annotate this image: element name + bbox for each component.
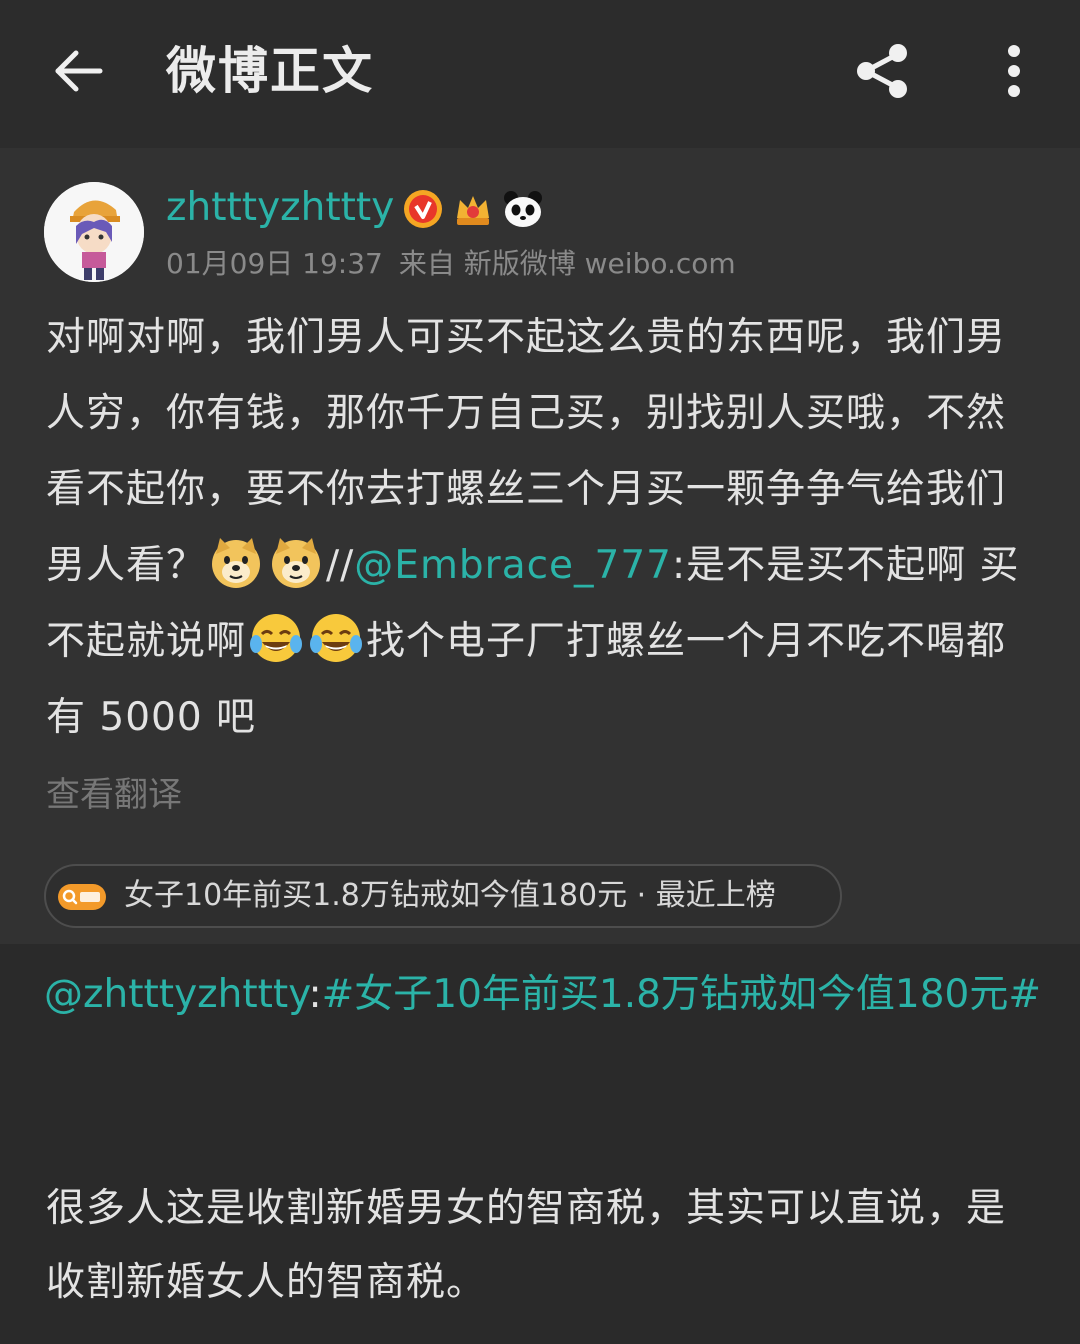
hot-search-icon [58,884,106,910]
laugh-cry-emoji-icon [310,614,363,662]
avatar-illustration [44,182,144,282]
repost-header: @zhtttyzhttty:#女子10年前买1.8万钻戒如今值180元# [44,960,1044,1030]
doge-emoji-icon [212,538,261,588]
post-source: 来自 新版微博 weibo.com [398,247,736,280]
panda-icon [504,191,542,227]
trending-topic-chip[interactable]: 女子10年前买1.8万钻戒如今值180元 · 最近上榜 [44,864,842,928]
translate-link[interactable]: 查看翻译 [46,770,182,820]
username[interactable]: zhtttyzhttty [166,178,394,238]
mention-link[interactable]: @Embrace_777 [354,543,672,588]
repost-user-mention[interactable]: @zhtttyzhttty [44,972,308,1017]
arrow-left-icon [55,50,103,92]
more-button[interactable] [990,38,1038,104]
post-meta: 01月09日 19:37 来自 新版微博 weibo.com [166,244,752,284]
verified-icon [404,190,442,228]
original-post-card[interactable]: zhtttyzhttty 01月09日 19:37 来自 新版微博 weibo.c… [0,148,1080,944]
avatar[interactable] [44,182,144,282]
share-button[interactable] [850,38,916,104]
doge-emoji-icon [272,538,321,588]
post-date: 01月09日 19:37 [166,247,383,280]
repost-separator: // [326,543,355,588]
crown-icon [457,196,489,225]
page-title: 微博正文 [166,42,374,100]
back-button[interactable] [44,36,114,106]
laugh-cry-emoji-icon [250,614,303,662]
share-icon [857,44,907,98]
trending-topic-text: 女子10年前买1.8万钻戒如今值180元 · 最近上榜 [124,878,776,913]
top-bar: 微博正文 [0,0,1080,148]
hashtag-link[interactable]: #女子10年前买1.8万钻戒如今值180元# [322,972,1041,1017]
more-vertical-icon [1008,45,1020,97]
post-body: 对啊对啊，我们男人可买不起这么贵的东西呢，我们男人穷，你有钱，那你千万自己买，别… [46,300,1036,756]
repost-colon: : [308,972,322,1017]
repost-comment-text: 很多人这是收割新婚男女的智商税，其实可以直说，是收割新婚女人的智商税。 [46,1186,1007,1305]
